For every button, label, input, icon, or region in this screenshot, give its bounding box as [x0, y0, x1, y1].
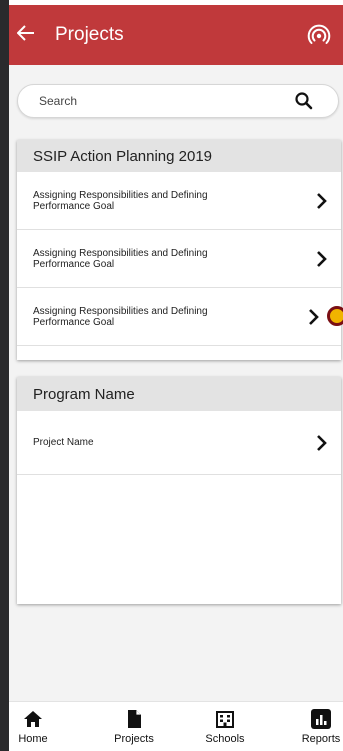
section-card-ssip: SSIP Action Planning 2019 Assigning Resp… — [17, 140, 343, 360]
nav-label: Projects — [114, 733, 154, 745]
list-item[interactable]: Assigning Responsibilities and Defining … — [17, 230, 341, 288]
nav-label: Schools — [205, 733, 245, 745]
chevron-right-icon[interactable] — [315, 433, 329, 453]
chevron-right-icon[interactable] — [307, 307, 321, 327]
page-title: Projects — [55, 24, 124, 45]
nav-item-home[interactable]: Home — [9, 709, 63, 745]
notification-dot-icon[interactable] — [327, 306, 343, 326]
nav-label: Reports — [301, 733, 341, 745]
broadcast-icon[interactable] — [307, 23, 331, 47]
list-item-label: Assigning Responsibilities and Defining … — [33, 305, 208, 328]
list-item[interactable]: Assigning Responsibilities and Defining … — [17, 288, 343, 346]
nav-item-projects[interactable]: Projects — [104, 709, 164, 745]
nav-label: Home — [18, 733, 48, 745]
home-icon — [23, 709, 43, 729]
building-icon — [215, 709, 235, 729]
card-footer-spacer — [17, 346, 341, 360]
list-item-label: Assigning Responsibilities and Defining … — [33, 247, 208, 270]
section-title: Program Name — [17, 377, 341, 411]
nav-item-schools[interactable]: Schools — [195, 709, 255, 745]
app-screen: Projects Search SSIP Action Planning 201… — [9, 0, 343, 751]
list-item[interactable]: Assigning Responsibilities and Defining … — [17, 172, 341, 230]
content-area: Search SSIP Action Planning 2019 Assigni… — [9, 65, 343, 701]
search-input[interactable]: Search — [39, 94, 294, 108]
bottom-navigation: Home Projects Schools Reports — [9, 701, 343, 751]
search-icon[interactable] — [294, 91, 314, 111]
app-bar: Projects — [9, 5, 343, 65]
section-card-program: Program Name Project Name — [17, 377, 341, 604]
section-title: SSIP Action Planning 2019 — [17, 140, 341, 172]
document-icon — [124, 709, 144, 729]
list-item-label: Project Name — [33, 437, 94, 448]
list-item-label: Assigning Responsibilities and Defining … — [33, 189, 208, 212]
chevron-right-icon[interactable] — [315, 249, 329, 269]
bar-chart-icon — [311, 709, 331, 729]
chevron-right-icon[interactable] — [315, 191, 329, 211]
search-bar[interactable]: Search — [17, 84, 339, 118]
back-arrow-icon[interactable] — [16, 24, 47, 46]
list-item[interactable]: Project Name — [17, 411, 341, 475]
nav-item-reports[interactable]: Reports — [291, 709, 343, 745]
